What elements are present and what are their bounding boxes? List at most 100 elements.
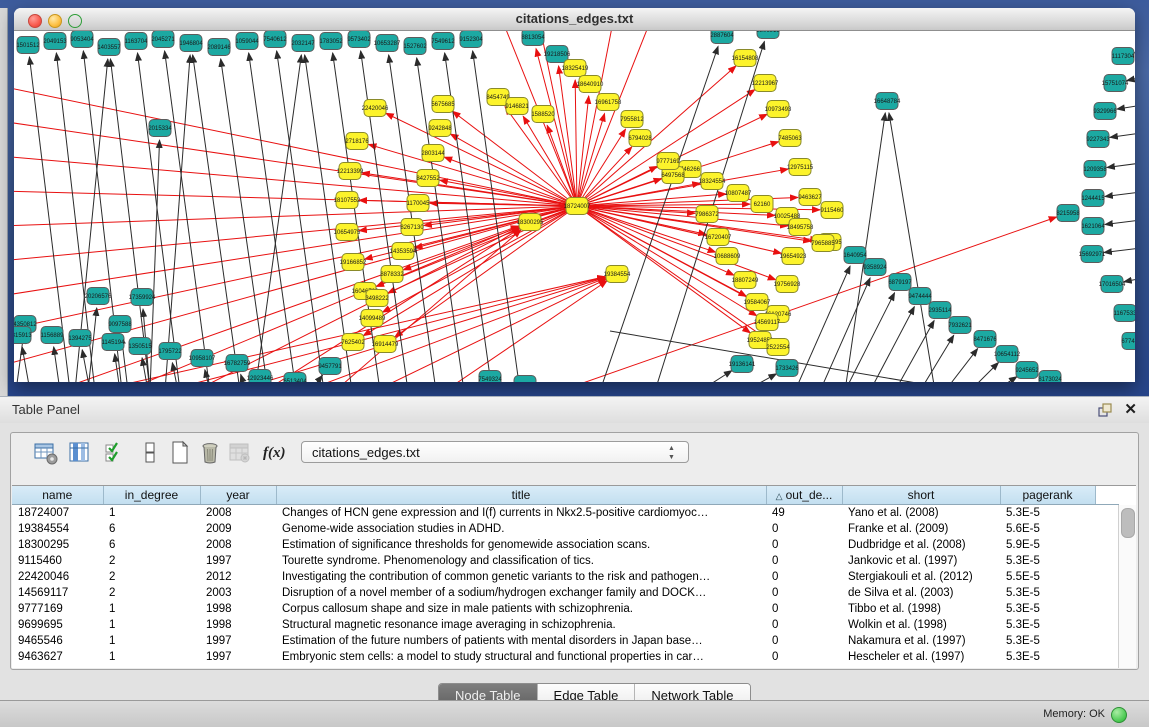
graph-node[interactable]: 19136141 (729, 356, 756, 373)
graph-node[interactable]: 2935114 (929, 302, 953, 319)
graph-node[interactable]: 1621064 (1081, 218, 1105, 235)
graph-node[interactable]: 1209358 (1083, 161, 1107, 178)
graph-node[interactable]: 2015334 (148, 120, 172, 137)
function-builder-icon[interactable]: f(x) (263, 445, 289, 473)
graph-edge[interactable] (1110, 132, 1135, 137)
graph-node[interactable]: 8806913 (756, 31, 780, 39)
graph-node[interactable]: 16154808 (732, 50, 759, 67)
graph-node[interactable]: 10688609 (714, 248, 741, 265)
graph-edge[interactable] (1107, 162, 1135, 167)
column-header-name[interactable]: name (12, 486, 103, 505)
graph-node[interactable]: 9245652 (1015, 362, 1039, 379)
graph-node[interactable]: 15751074 (1102, 75, 1129, 92)
graph-edge[interactable] (14, 206, 577, 296)
graph-node[interactable]: 7540612 (263, 31, 287, 48)
graph-node[interactable]: 9097588 (108, 316, 132, 333)
column-header-in_degree[interactable]: in_degree (103, 486, 200, 505)
graph-node[interactable]: 9474444 (908, 288, 932, 305)
column-header-year[interactable]: year (200, 486, 276, 505)
graph-edge[interactable] (1105, 219, 1135, 225)
graph-edge[interactable] (1124, 277, 1135, 282)
graph-edge[interactable] (945, 349, 978, 382)
graph-node[interactable]: 9358924 (863, 259, 887, 276)
graph-node[interactable]: 7986372 (695, 206, 719, 223)
graph-node[interactable]: 9573402 (347, 31, 371, 48)
table-select-dropdown[interactable]: citations_edges.txt ▲▼ (301, 441, 689, 463)
graph-node[interactable]: 7485063 (778, 130, 802, 147)
graph-node[interactable]: 1501512 (16, 37, 40, 54)
graph-node[interactable]: 18495758 (787, 219, 814, 236)
graph-node[interactable]: 19166852 (340, 254, 367, 271)
table-row[interactable]: 2242004622012Investigating the contribut… (12, 569, 1119, 585)
graph-node[interactable]: 16782759 (224, 355, 251, 372)
graph-edge[interactable] (450, 134, 577, 206)
graph-node[interactable]: 2049153 (43, 33, 67, 50)
graph-node[interactable]: 17016504 (1099, 276, 1126, 293)
network-canvas[interactable]: 1501512204915390534041403557116370420452… (14, 31, 1135, 382)
table-row[interactable]: 977716911998Corpus callosum shape and si… (12, 601, 1119, 617)
graph-node[interactable]: 8878332 (380, 266, 404, 283)
graph-node[interactable]: 6879197 (888, 274, 912, 291)
graph-node[interactable]: 9242848 (428, 120, 452, 137)
graph-edge[interactable] (165, 55, 190, 382)
graph-node[interactable]: 1733426 (775, 360, 799, 377)
graph-node[interactable]: 18324554 (699, 173, 726, 190)
graph-node[interactable]: 19654923 (780, 248, 807, 265)
graph-node[interactable]: 2045271 (151, 31, 175, 48)
graph-node[interactable]: 19756928 (774, 276, 801, 293)
graph-node[interactable]: 1795722 (158, 343, 182, 360)
graph-node[interactable]: 9227343 (1086, 131, 1110, 148)
graph-node[interactable]: 2803144 (421, 145, 445, 162)
graph-node[interactable]: 2718176 (345, 133, 369, 150)
graph-edge[interactable] (995, 377, 1017, 382)
graph-node[interactable]: 1059324 (513, 376, 537, 383)
table-row[interactable]: 1830029562008Estimation of significance … (12, 537, 1119, 553)
graph-node[interactable]: 12923446 (247, 370, 274, 383)
graph-node[interactable]: 10654112 (994, 346, 1021, 363)
graph-node[interactable]: 9457791 (318, 358, 342, 375)
graph-edge[interactable] (1127, 76, 1135, 81)
graph-edge[interactable] (577, 113, 605, 206)
graph-node[interactable]: 2089146 (207, 39, 231, 56)
graph-node[interactable]: 1783052 (319, 33, 343, 50)
graph-edge[interactable] (575, 80, 577, 206)
graph-node[interactable]: 9329966 (1093, 103, 1117, 120)
graph-node[interactable]: 12213399 (337, 163, 364, 180)
graph-edge[interactable] (22, 347, 30, 382)
graph-node[interactable]: 1167533 (1114, 305, 1135, 322)
graph-edge[interactable] (14, 206, 577, 261)
graph-edge[interactable] (1104, 247, 1135, 253)
graph-node[interactable]: 9463627 (798, 189, 822, 206)
column-header-short[interactable]: short (842, 486, 1000, 505)
graph-node[interactable]: 16720407 (705, 229, 732, 246)
graph-node[interactable]: 15692971 (1079, 246, 1106, 263)
graph-node[interactable]: 18640910 (577, 76, 604, 93)
graph-node[interactable]: 8427552 (416, 170, 440, 187)
graph-node[interactable]: 1640954 (843, 247, 867, 264)
network-window-titlebar[interactable]: citations_edges.txt (14, 8, 1135, 31)
graph-node[interactable]: 8471676 (973, 331, 997, 348)
graph-node[interactable]: 18807249 (732, 272, 759, 289)
graph-node[interactable]: 1394275 (68, 330, 92, 347)
graph-node[interactable]: 2522554 (766, 339, 790, 356)
row-height-icon[interactable] (137, 440, 163, 468)
graph-node[interactable]: 7965885 (811, 235, 835, 252)
graph-node[interactable]: 1403557 (97, 39, 121, 56)
graph-node[interactable]: 18300295 (517, 214, 544, 231)
graph-edge[interactable] (970, 362, 999, 382)
graph-node[interactable]: 18724007 (564, 198, 591, 215)
table-row[interactable]: 1456911722003Disruption of a novel membe… (12, 585, 1119, 601)
table-row[interactable]: 911546021997Tourette syndrome. Phenomeno… (12, 553, 1119, 569)
graph-node[interactable]: 8267130 (400, 219, 424, 236)
graph-edge[interactable] (310, 375, 323, 382)
graph-edge[interactable] (444, 157, 577, 206)
graph-node[interactable]: 9053404 (70, 31, 94, 48)
graph-node[interactable]: 7549324 (478, 371, 502, 383)
graph-edge[interactable] (165, 51, 210, 382)
graph-node[interactable]: 1946804 (179, 35, 203, 52)
graph-node[interactable]: 14569117 (754, 314, 781, 331)
graph-node[interactable]: 9777169 (656, 153, 680, 170)
close-panel-icon[interactable]: ✕ (1124, 400, 1137, 418)
graph-edge[interactable] (1117, 104, 1135, 109)
graph-node[interactable]: 14099489 (359, 310, 386, 327)
